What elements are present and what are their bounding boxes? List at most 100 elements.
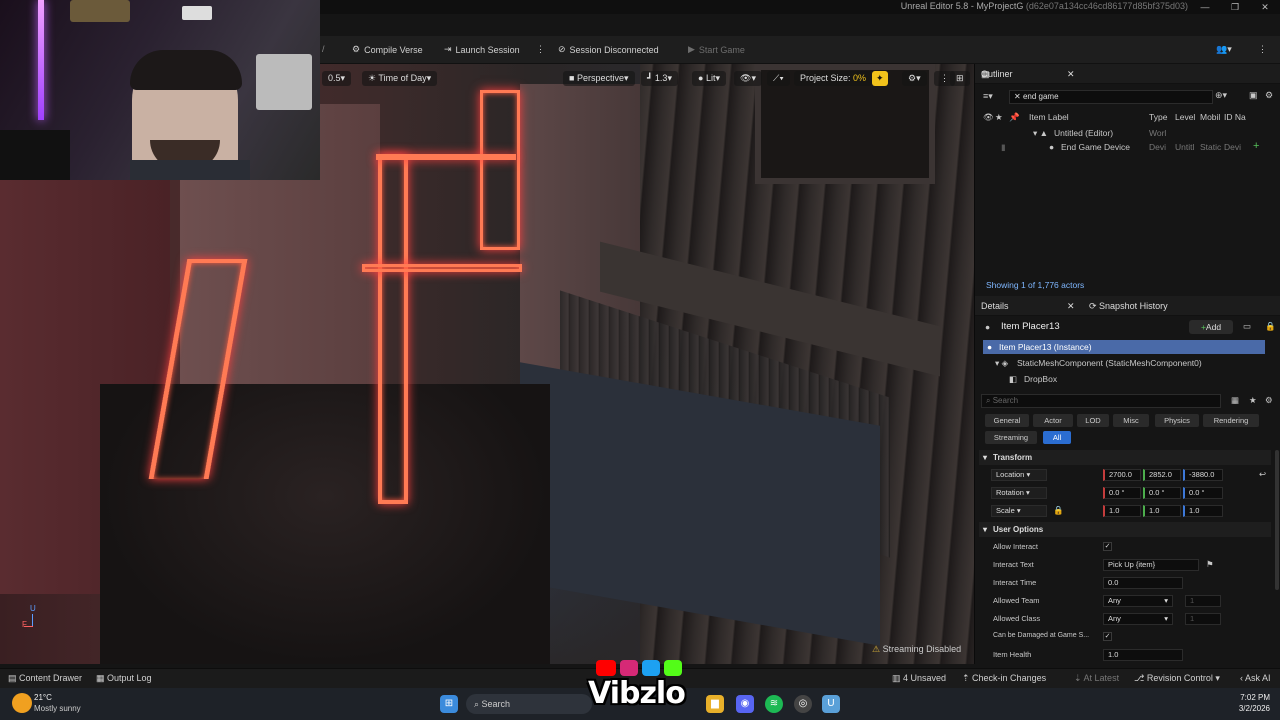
filter-icon[interactable]: ≡▾ (983, 91, 993, 102)
add-component-button[interactable]: +Add (1189, 320, 1233, 334)
close-details-icon[interactable]: ✕ (1067, 296, 1075, 316)
column-type[interactable]: Type (1149, 112, 1167, 122)
maximize-button[interactable]: ❐ (1220, 0, 1250, 14)
weather-temp[interactable]: 21°C (34, 693, 52, 702)
folder-icon[interactable]: ▣ (1249, 90, 1258, 101)
outliner-search-input[interactable]: ✕ end game (1009, 90, 1213, 104)
lit-mode-button[interactable]: ● Lit▾ (692, 71, 726, 86)
tab-details[interactable]: Details (981, 296, 1009, 316)
more-options-button[interactable]: ⋮ (536, 44, 545, 55)
allowed-team-number[interactable]: 1 (1185, 595, 1221, 607)
spotify-icon[interactable]: ≋ (765, 695, 783, 713)
session-status[interactable]: ⊘ Session Disconnected (558, 44, 659, 55)
reset-icon[interactable]: ↩ (1259, 469, 1266, 480)
user-options-section[interactable]: ▾ User Options (979, 522, 1271, 537)
viewport-settings-icon[interactable]: ⚙▾ (902, 71, 927, 86)
allow-interact-checkbox[interactable]: ✓ (1103, 542, 1112, 551)
interact-text-input[interactable]: Pick Up {item} (1103, 559, 1199, 571)
details-search-input[interactable]: ⌕ Search (981, 394, 1221, 408)
close-button[interactable]: ✕ (1250, 0, 1280, 14)
filter-physics[interactable]: Physics (1155, 414, 1199, 427)
component-row[interactable]: ▾ ◈ StaticMeshComponent (StaticMeshCompo… (983, 356, 1265, 370)
clear-search-icon[interactable]: ✕ (1014, 92, 1023, 101)
scale-z[interactable]: 1.0 (1183, 505, 1223, 517)
allowed-class-number[interactable]: 1 (1185, 613, 1221, 625)
filter-actor[interactable]: Actor (1033, 414, 1073, 427)
add-row-icon[interactable]: + (1253, 140, 1259, 152)
snap-button[interactable]: ⟋▾ (767, 71, 790, 86)
column-level[interactable]: Level (1175, 112, 1195, 122)
rotation-y[interactable]: 0.0 ° (1143, 487, 1181, 499)
github-icon[interactable]: ◎ (794, 695, 812, 713)
clock-time[interactable]: 7:02 PM (1214, 693, 1270, 702)
add-icon[interactable]: ⊕▾ (1215, 90, 1227, 101)
weather-desc[interactable]: Mostly sunny (34, 704, 81, 713)
location-y[interactable]: 2852.0 (1143, 469, 1181, 481)
subcomponent-row[interactable]: ◧ DropBox (983, 372, 1265, 386)
taskbar-search[interactable]: ⌕ Search (466, 694, 592, 714)
scale-lock-icon[interactable]: 🔒 (1053, 505, 1064, 516)
allowed-team-select[interactable]: Any ▾ (1103, 595, 1173, 607)
damaged-checkbox[interactable]: ✓ (1103, 632, 1112, 641)
actor-name[interactable]: Item Placer13 (1001, 321, 1060, 332)
location-x[interactable]: 2700.0 (1103, 469, 1141, 481)
blueprint-icon[interactable]: ▭ (1243, 321, 1251, 332)
launch-session-button[interactable]: ⇥ Launch Session (444, 44, 520, 55)
outliner-row[interactable]: ▾ ▲ Untitled (Editor) Worl (981, 126, 1277, 140)
start-game-button[interactable]: ▶ Start Game (688, 44, 745, 55)
check-in-button[interactable]: ⇡ Check-in Changes (962, 673, 1046, 684)
component-instance-row[interactable]: ● Item Placer13 (Instance) (983, 340, 1265, 354)
filter-lod[interactable]: LOD (1077, 414, 1109, 427)
filter-misc[interactable]: Misc (1113, 414, 1149, 427)
file-explorer-icon[interactable]: ▆ (706, 695, 724, 713)
column-id[interactable]: ID Na (1224, 112, 1246, 122)
allowed-class-select[interactable]: Any ▾ (1103, 613, 1173, 625)
scale-dropdown[interactable]: Scale ▾ (991, 505, 1047, 517)
output-log-button[interactable]: ▦ Output Log (96, 673, 152, 684)
interact-time-input[interactable]: 0.0 (1103, 577, 1183, 589)
layout-icon[interactable]: ⊞ (950, 71, 970, 86)
tab-snapshot-history[interactable]: ⟳ Snapshot History (1089, 296, 1168, 316)
content-drawer-button[interactable]: ▤ Content Drawer (8, 673, 82, 684)
unreal-editor-icon[interactable]: U (822, 695, 840, 713)
filter-all[interactable]: All (1043, 431, 1071, 444)
scale-x[interactable]: 1.0 (1103, 505, 1141, 517)
perspective-button[interactable]: ■ Perspective▾ (563, 71, 635, 86)
filter-rendering[interactable]: Rendering (1203, 414, 1259, 427)
users-icon[interactable]: 👥▾ (1216, 44, 1232, 55)
grid-view-icon[interactable]: ▦ (1231, 395, 1239, 406)
column-mobility[interactable]: Mobil (1200, 112, 1220, 122)
clock-date[interactable]: 3/2/2026 (1214, 704, 1270, 713)
compile-verse-button[interactable]: ⚙ Compile Verse (352, 44, 423, 55)
rotation-dropdown[interactable]: Rotation ▾ (991, 487, 1047, 499)
transform-section[interactable]: ▾ Transform (979, 450, 1271, 465)
filter-streaming[interactable]: Streaming (985, 431, 1037, 444)
revision-control-button[interactable]: ⎇ Revision Control ▾ (1134, 673, 1220, 684)
filter-general[interactable]: General (985, 414, 1029, 427)
item-health-input[interactable]: 1.0 (1103, 649, 1183, 661)
ask-ai-button[interactable]: ‹ Ask AI (1240, 673, 1271, 683)
scale-y[interactable]: 1.0 (1143, 505, 1181, 517)
camera-speed-button[interactable]: 0.5▾ (322, 71, 352, 86)
fov-button[interactable]: ┛ 1.3▾ (641, 71, 678, 86)
localize-flag-icon[interactable]: ⚑ (1206, 559, 1214, 570)
discord-icon[interactable]: ◉ (736, 695, 754, 713)
time-of-day-button[interactable]: ☀ Time of Day▾ (362, 71, 438, 86)
realtime-icon[interactable]: ✦ (872, 71, 888, 86)
rotation-x[interactable]: 0.0 ° (1103, 487, 1141, 499)
location-z[interactable]: -3880.0 (1183, 469, 1223, 481)
details-settings-icon[interactable]: ⚙ (1265, 395, 1273, 406)
location-dropdown[interactable]: Location ▾ (991, 469, 1047, 481)
rotation-z[interactable]: 0.0 ° (1183, 487, 1223, 499)
column-item-label[interactable]: Item Label (1029, 112, 1069, 122)
show-flags-button[interactable]: 👁▾ (734, 71, 762, 86)
outliner-settings-icon[interactable]: ⚙ (1265, 90, 1273, 101)
close-outliner-icon[interactable]: ✕ (1067, 64, 1075, 84)
row-visibility-icon[interactable]: ▮ (1001, 142, 1006, 153)
tab-outliner[interactable]: Outliner (981, 64, 1013, 84)
windows-start-icon[interactable]: ⊞ (440, 695, 458, 713)
minimize-button[interactable]: — (1190, 0, 1220, 14)
favorite-icon[interactable]: ★ (1249, 395, 1257, 406)
settings-menu-icon[interactable]: ⋮ (1258, 44, 1267, 55)
lock-icon[interactable]: 🔒 (1265, 321, 1276, 332)
